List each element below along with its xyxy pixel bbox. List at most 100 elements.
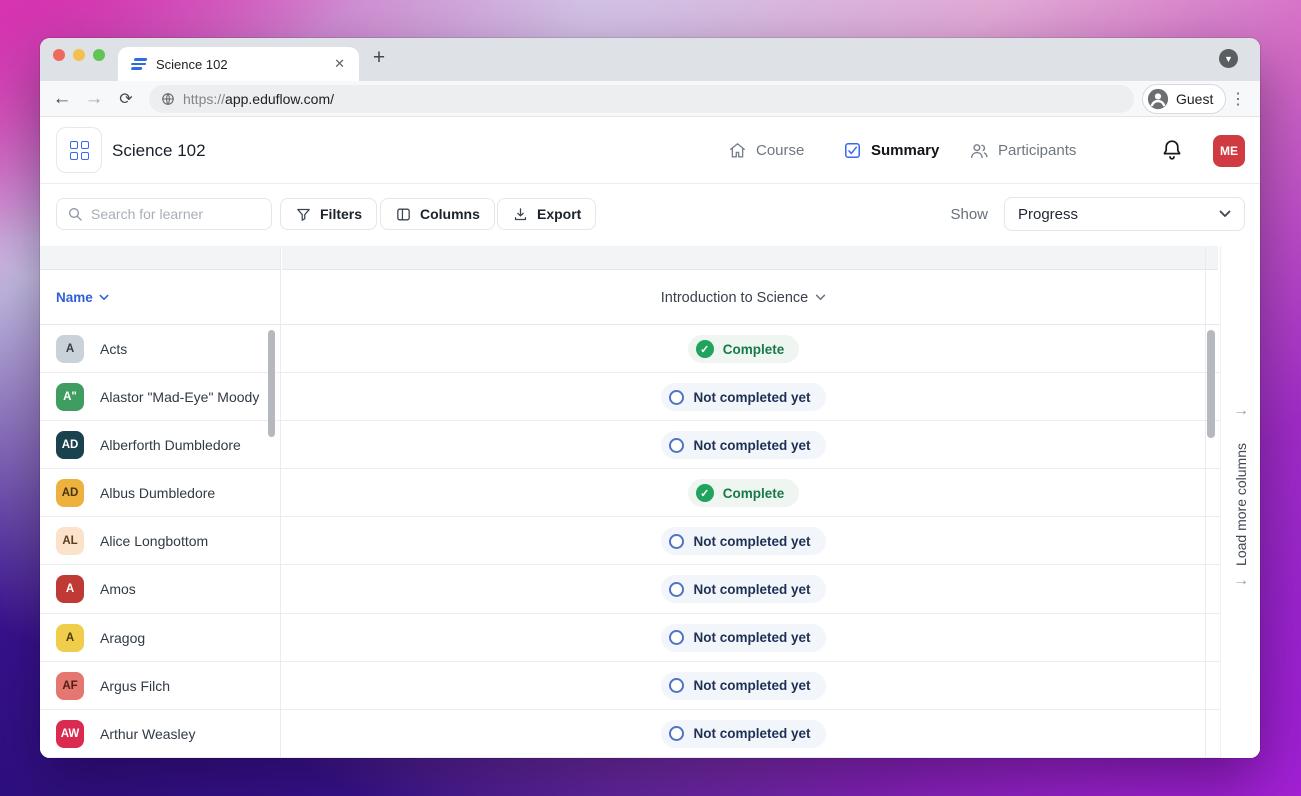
- status-cell: Not completed yet: [282, 421, 1205, 469]
- status-badge: Not completed yet: [661, 672, 825, 700]
- columns-label: Columns: [420, 206, 480, 222]
- status-icon: [669, 582, 684, 597]
- browser-menu-icon[interactable]: ⋮: [1226, 85, 1250, 113]
- table-header-row: Name Introduction to Science: [40, 270, 1220, 325]
- search-icon: [67, 206, 83, 222]
- learner-name: Alastor "Mad-Eye" Moody: [100, 373, 259, 421]
- status-label: Not completed yet: [693, 630, 810, 645]
- eduflow-favicon-icon: [130, 58, 149, 71]
- close-window-button[interactable]: [53, 49, 65, 61]
- export-button[interactable]: Export: [497, 198, 596, 230]
- traffic-lights: [53, 49, 105, 61]
- avatar: A": [56, 383, 84, 411]
- grid-icon: [70, 141, 89, 160]
- download-icon: [512, 206, 529, 223]
- name-column-header[interactable]: Name: [56, 270, 109, 325]
- guest-avatar-icon: [1147, 88, 1169, 110]
- learner-name: Alice Longbottom: [100, 517, 208, 565]
- nav-item-participants[interactable]: Participants: [969, 117, 1076, 184]
- progress-table: Name Introduction to Science A Acts: [40, 246, 1260, 758]
- status-icon: [669, 438, 684, 453]
- columns-icon: [395, 206, 412, 223]
- home-icon: [728, 141, 747, 160]
- status-label: Not completed yet: [693, 678, 810, 693]
- browser-tab[interactable]: Science 102 ✕: [118, 47, 359, 81]
- table-row[interactable]: A Acts Complete: [40, 325, 1220, 373]
- show-label: Show: [920, 198, 988, 231]
- status-label: Not completed yet: [693, 582, 810, 597]
- minimize-window-button[interactable]: [73, 49, 85, 61]
- status-badge: Complete: [688, 335, 800, 363]
- address-bar[interactable]: https://app.eduflow.com/: [149, 85, 1134, 113]
- checkbox-icon: [843, 141, 862, 160]
- search-input[interactable]: [91, 206, 251, 222]
- people-icon: [969, 141, 989, 161]
- status-label: Not completed yet: [693, 726, 810, 741]
- status-cell: Not completed yet: [282, 517, 1205, 565]
- status-icon: [669, 630, 684, 645]
- page-title: Science 102: [112, 117, 206, 184]
- status-icon: [696, 484, 714, 502]
- tab-title: Science 102: [156, 57, 330, 72]
- status-badge: Complete: [688, 479, 800, 507]
- columns-button[interactable]: Columns: [380, 198, 495, 230]
- column-divider: [280, 246, 281, 758]
- new-tab-button[interactable]: +: [366, 45, 392, 71]
- notifications-bell-button[interactable]: [1160, 138, 1184, 162]
- arrow-right-icon[interactable]: →: [1221, 572, 1260, 590]
- table-band: [40, 246, 280, 270]
- table-toolbar: Filters Columns Export Show Progres: [40, 184, 1260, 246]
- load-more-columns-strip[interactable]: → Load more columns →: [1220, 246, 1260, 758]
- filters-button[interactable]: Filters: [280, 198, 377, 230]
- user-avatar[interactable]: ME: [1213, 135, 1245, 167]
- avatar: A: [56, 335, 84, 363]
- course-column-header[interactable]: Introduction to Science: [282, 270, 1205, 325]
- zoom-window-button[interactable]: [93, 49, 105, 61]
- avatar: AL: [56, 527, 84, 555]
- table-row[interactable]: AD Albus Dumbledore Complete: [40, 469, 1220, 517]
- learner-name: Arthur Weasley: [100, 710, 195, 758]
- table-rows: A Acts Complete A" Alastor "Mad-Eye" Moo…: [40, 325, 1220, 758]
- globe-icon: [161, 92, 175, 106]
- status-badge: Not completed yet: [661, 575, 825, 603]
- status-cell: Not completed yet: [282, 373, 1205, 421]
- search-box: [56, 198, 272, 230]
- back-button[interactable]: ←: [48, 85, 76, 113]
- nav-item-course[interactable]: Course: [728, 117, 804, 184]
- browser-profile-chevron-icon[interactable]: ▼: [1219, 49, 1238, 68]
- table-row[interactable]: A Amos Not completed yet: [40, 565, 1220, 613]
- avatar: A: [56, 624, 84, 652]
- learner-name: Acts: [100, 325, 127, 373]
- avatar: AD: [56, 479, 84, 507]
- forward-button[interactable]: →: [80, 85, 108, 113]
- progress-dropdown[interactable]: Progress: [1004, 197, 1245, 231]
- avatar: AF: [56, 672, 84, 700]
- table-row[interactable]: AW Arthur Weasley Not completed yet: [40, 710, 1220, 758]
- eduflow-app: Science 102 Course Summary: [40, 117, 1260, 758]
- nav-summary-label: Summary: [871, 142, 939, 159]
- tab-close-icon[interactable]: ✕: [330, 54, 349, 74]
- status-badge: Not completed yet: [661, 720, 825, 748]
- table-row[interactable]: AD Alberforth Dumbledore Not completed y…: [40, 421, 1220, 469]
- reload-button[interactable]: ⟳: [112, 85, 140, 113]
- url-text: https://app.eduflow.com/: [183, 91, 334, 107]
- table-row[interactable]: AF Argus Filch Not completed yet: [40, 662, 1220, 710]
- app-grid-menu-button[interactable]: [56, 127, 102, 173]
- table-row[interactable]: AL Alice Longbottom Not completed yet: [40, 517, 1220, 565]
- guest-profile-button[interactable]: Guest: [1142, 84, 1226, 114]
- browser-toolbar: ← → ⟳ https://app.eduflow.com/ Guest ⋮: [40, 81, 1260, 117]
- status-icon: [669, 534, 684, 549]
- nav-item-summary[interactable]: Summary: [843, 117, 939, 184]
- table-row[interactable]: A Aragog Not completed yet: [40, 614, 1220, 662]
- arrow-right-icon[interactable]: →: [1221, 402, 1260, 420]
- course-column-label: Introduction to Science: [661, 290, 809, 306]
- column-divider: [1205, 246, 1206, 758]
- status-label: Complete: [723, 486, 785, 501]
- status-label: Not completed yet: [693, 390, 810, 405]
- status-cell: Complete: [282, 325, 1205, 373]
- avatar: AW: [56, 720, 84, 748]
- status-cell: Not completed yet: [282, 614, 1205, 662]
- name-column-scrollbar[interactable]: [268, 330, 275, 437]
- table-scrollbar[interactable]: [1207, 330, 1215, 438]
- table-row[interactable]: A" Alastor "Mad-Eye" Moody Not completed…: [40, 373, 1220, 421]
